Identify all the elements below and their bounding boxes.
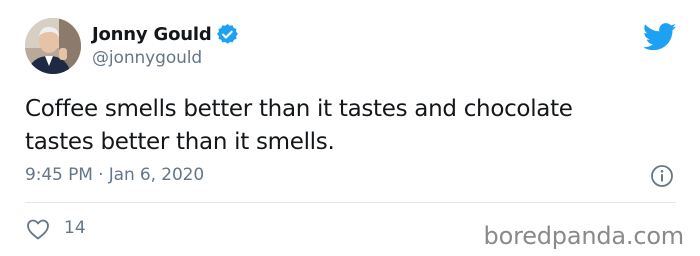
info-icon[interactable] (650, 164, 674, 188)
tweet-timestamp[interactable]: 9:45 PM · Jan 6, 2020 (25, 165, 204, 185)
author-handle[interactable]: @jonnygould (92, 48, 202, 68)
tweet-card: Jonny Gould @jonnygould Coffee smells be… (0, 0, 700, 256)
like-count: 14 (64, 218, 86, 238)
heart-icon[interactable] (26, 218, 50, 240)
verified-badge-icon (216, 23, 238, 45)
twitter-bird-icon[interactable] (642, 23, 677, 51)
tweet-text: Coffee smells better than it tastes and … (25, 93, 675, 159)
divider (25, 202, 676, 203)
watermark: boredpanda.com (483, 222, 685, 250)
tweet-text-line-1: Coffee smells better than it tastes and … (25, 96, 573, 122)
author-display-name[interactable]: Jonny Gould (92, 24, 212, 45)
author-name-row: Jonny Gould (92, 21, 238, 47)
avatar[interactable] (25, 18, 81, 74)
tweet-text-line-2: tastes better than it smells. (25, 129, 335, 155)
